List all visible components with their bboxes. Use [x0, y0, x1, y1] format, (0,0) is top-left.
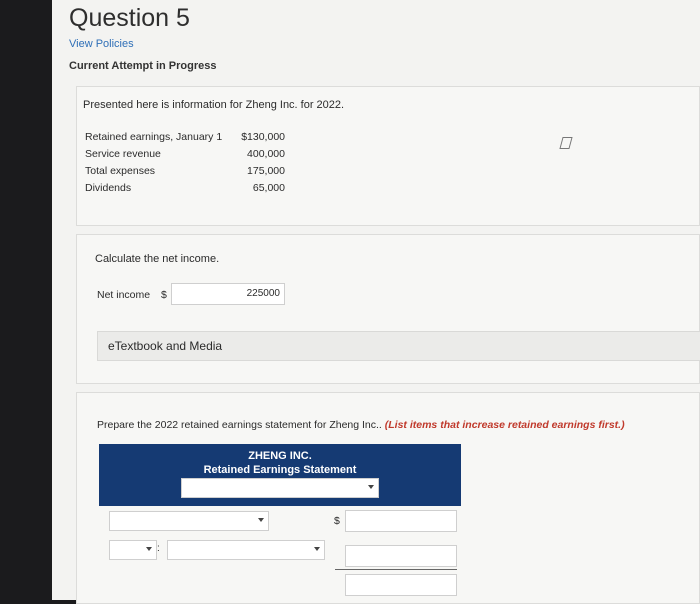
info-row: Service revenue 400,000 [85, 148, 285, 165]
amount-input[interactable] [345, 574, 457, 596]
info-value: $130,000 [241, 131, 285, 143]
info-value: 400,000 [247, 148, 285, 160]
calc-prompt: Calculate the net income. [95, 253, 220, 265]
info-card: Presented here is information for Zheng … [76, 86, 700, 226]
info-row: Dividends 65,000 [85, 182, 285, 199]
info-row: Retained earnings, January 1 $130,000 [85, 131, 285, 148]
instruction-text: Prepare the 2022 retained earnings state… [97, 419, 382, 431]
quiz-screen: Question 5 View Policies Current Attempt… [52, 0, 700, 604]
colon-separator: : [157, 543, 160, 554]
calc-card: Calculate the net income. Net income $ 2… [76, 234, 700, 384]
mouse-cursor-icon [559, 137, 573, 149]
statement-card: Prepare the 2022 retained earnings state… [76, 392, 700, 604]
chevron-down-icon [314, 547, 320, 551]
chevron-down-icon [146, 547, 152, 551]
info-row: Total expenses 175,000 [85, 165, 285, 182]
statement-instruction: Prepare the 2022 retained earnings state… [97, 419, 625, 431]
info-label: Service revenue [85, 148, 161, 160]
view-policies-link[interactable]: View Policies [69, 38, 134, 50]
info-table: Retained earnings, January 1 $130,000 Se… [85, 131, 285, 199]
company-name: ZHENG INC. [248, 450, 312, 462]
info-value: 175,000 [247, 165, 285, 177]
info-label: Retained earnings, January 1 [85, 131, 223, 143]
net-income-label: Net income [97, 289, 151, 301]
statement-header: ZHENG INC. Retained Earnings Statement [99, 444, 461, 506]
line-item-select[interactable] [109, 511, 269, 531]
info-label: Dividends [85, 182, 132, 194]
attempt-status: Current Attempt in Progress [69, 60, 217, 72]
subtotal-rule [335, 569, 457, 570]
amount-input[interactable] [345, 545, 457, 567]
info-intro: Presented here is information for Zheng … [83, 99, 345, 111]
statement-period-select[interactable] [181, 478, 379, 498]
net-income-input[interactable]: 225000 [171, 283, 285, 305]
currency-symbol: $ [161, 289, 167, 301]
statement-title: Retained Earnings Statement [203, 464, 357, 476]
chevron-down-icon [258, 518, 264, 522]
amount-input[interactable] [345, 510, 457, 532]
chevron-down-icon [368, 485, 374, 489]
info-label: Total expenses [85, 165, 156, 177]
instruction-emphasis: (List items that increase retained earni… [384, 419, 625, 431]
etextbook-media-button[interactable]: eTextbook and Media [97, 331, 700, 361]
currency-symbol: $ [334, 515, 340, 527]
info-value: 65,000 [252, 182, 285, 194]
add-less-select[interactable] [109, 540, 157, 560]
question-title: Question 5 [69, 4, 190, 32]
line-item-select[interactable] [167, 540, 325, 560]
